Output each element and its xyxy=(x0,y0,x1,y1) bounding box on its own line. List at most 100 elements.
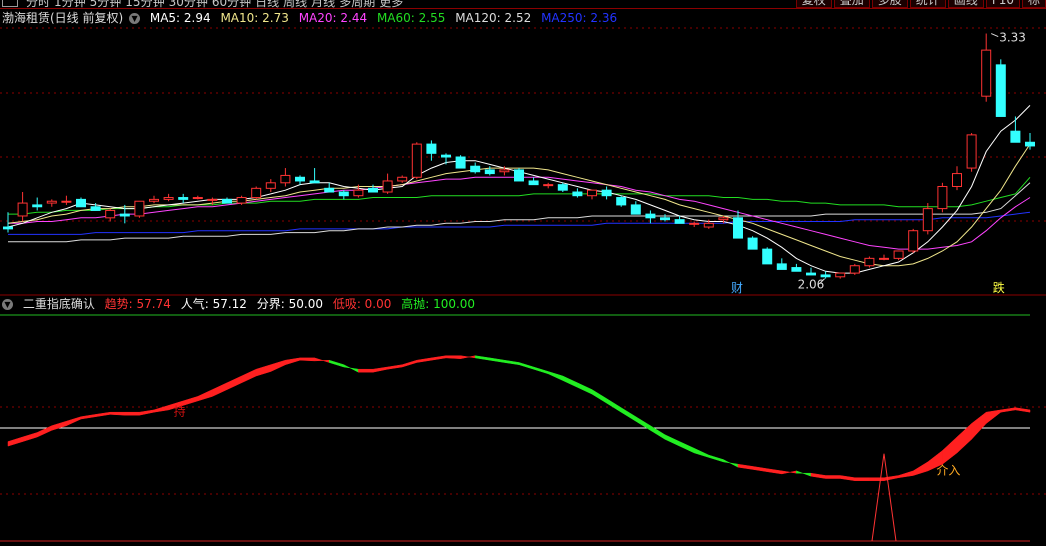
candle-body xyxy=(309,180,320,184)
candle-body xyxy=(426,143,437,154)
indicator-ribbon-segment xyxy=(664,434,680,447)
indicator-ribbon-segment xyxy=(474,355,491,361)
indicator-ribbon-segment xyxy=(270,359,286,372)
candle-body xyxy=(192,197,203,200)
indicator-ribbon-segment xyxy=(620,407,637,422)
candle-body xyxy=(776,263,787,270)
candle-body xyxy=(660,217,670,221)
stock-chart[interactable]: 3.33 2.06 财 跌持介入 xyxy=(0,0,1046,546)
indicator-ribbon-segment xyxy=(7,436,23,447)
candle-body xyxy=(397,176,408,182)
price-high-pointer xyxy=(991,33,999,37)
indicator-ribbon-segment xyxy=(299,357,315,362)
indicator-ribbon-segment xyxy=(854,477,870,481)
indicator-ribbon-segment xyxy=(387,364,403,370)
indicator-ribbon-segment xyxy=(51,420,67,431)
indicator-ribbon-segment xyxy=(139,409,155,416)
candle-body xyxy=(32,204,43,208)
candle-body xyxy=(119,213,130,217)
marker-cai: 财 xyxy=(731,281,743,295)
candle-body xyxy=(557,184,568,191)
candle-body xyxy=(528,180,539,186)
candle-body xyxy=(163,197,174,200)
candle-body xyxy=(236,197,247,204)
candle-body xyxy=(835,272,846,278)
candle-body xyxy=(645,213,656,219)
candle-body xyxy=(46,200,57,204)
candle-body xyxy=(762,248,773,265)
candle-body xyxy=(747,237,758,250)
price-low-label: 2.06 xyxy=(798,278,825,292)
indicator-ribbon-segment xyxy=(416,357,432,363)
indicator-ribbon-segment xyxy=(401,359,418,368)
candle-body xyxy=(134,200,145,217)
candle-body xyxy=(849,265,860,274)
candle-body xyxy=(484,169,495,175)
signal-triangle xyxy=(871,453,897,542)
candle-body xyxy=(353,189,364,197)
indicator-ribbon-segment xyxy=(766,468,783,475)
candle-body xyxy=(280,174,291,184)
indicator-ribbon-segment xyxy=(942,436,958,465)
indicator-ribbon-segment xyxy=(562,375,578,388)
candle-body xyxy=(791,267,802,272)
indicator-ribbon-segment xyxy=(314,357,330,363)
indicator-ribbon-segment xyxy=(124,411,140,416)
indicator-ribbon-segment xyxy=(869,477,885,481)
indicator-ribbon-segment xyxy=(679,441,695,454)
candle-body xyxy=(1010,130,1021,143)
candle-body xyxy=(382,180,393,193)
indicator-ribbon-segment xyxy=(577,382,593,395)
ma250-line xyxy=(8,211,1031,235)
marker-die: 跌 xyxy=(993,280,1005,295)
indicator-ribbon-segment xyxy=(723,459,739,468)
indicator-ribbon-segment xyxy=(95,411,111,417)
candle-body xyxy=(499,169,510,173)
indicator-ribbon-segment xyxy=(1000,407,1016,413)
candle-body xyxy=(703,222,714,228)
candle-body xyxy=(1025,141,1035,147)
indicator-ribbon-segment xyxy=(898,470,914,478)
candle-body xyxy=(149,198,159,202)
price-high-label: 3.33 xyxy=(999,31,1026,45)
indicator-ribbon-segment xyxy=(533,366,549,375)
candle-body xyxy=(338,191,349,197)
indicator-ribbon-segment xyxy=(241,368,257,384)
candle-body xyxy=(90,206,101,211)
candle-body xyxy=(251,187,262,199)
indicator-ribbon-segment xyxy=(80,414,96,420)
candle-body xyxy=(543,184,554,187)
indicator-ribbon-segment xyxy=(489,357,505,363)
indicator-ribbon-segment xyxy=(752,466,768,472)
indicator-ribbon-segment xyxy=(796,470,812,477)
candle-body xyxy=(411,143,422,178)
candle-body xyxy=(222,198,232,204)
indicator-ribbon-segment xyxy=(839,475,856,481)
candle-body xyxy=(674,219,685,224)
indicator-ribbon-segment xyxy=(285,357,301,366)
candle-body xyxy=(295,176,305,182)
indicator-ribbon-segment xyxy=(255,364,272,377)
indicator-ribbon-segment xyxy=(504,359,520,365)
candle-body xyxy=(105,209,116,219)
indicator-ribbon-segment xyxy=(693,447,710,458)
indicator-ribbon-segment xyxy=(328,359,345,368)
candle-body xyxy=(630,204,641,215)
indicator-ribbon-segment xyxy=(226,375,242,390)
indicator-ribbon-segment xyxy=(153,405,169,413)
candle-body xyxy=(820,274,831,278)
annotation-hold: 持 xyxy=(174,403,186,418)
indicator-ribbon-segment xyxy=(883,475,899,482)
candle-body xyxy=(76,198,86,208)
indicator-ribbon-segment xyxy=(22,432,38,442)
indicator-ribbon-segment xyxy=(518,362,534,370)
candle-body xyxy=(324,187,335,193)
indicator-ribbon-segment xyxy=(372,366,388,373)
indicator-ribbon-segment xyxy=(109,411,126,416)
candle-body xyxy=(981,49,992,97)
indicator-ribbon-segment xyxy=(708,454,724,463)
candle-body xyxy=(601,189,612,197)
indicator-ribbon-segment xyxy=(343,364,359,373)
candle-body xyxy=(879,257,889,260)
indicator-ribbon-segment xyxy=(197,389,213,402)
